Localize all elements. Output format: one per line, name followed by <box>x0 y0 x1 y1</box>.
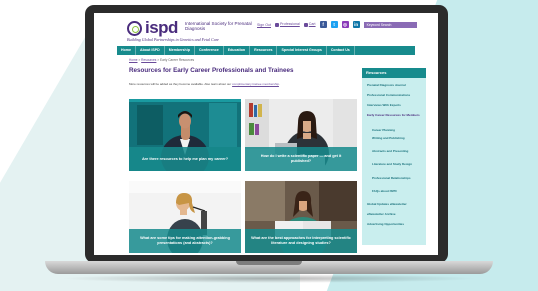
breadcrumb-home[interactable]: Home <box>129 58 138 62</box>
instagram-icon[interactable]: ◎ <box>341 21 349 28</box>
logo-mark-icon <box>127 21 142 36</box>
cart-icon <box>303 22 308 27</box>
breadcrumb-current: Early Career Resources <box>160 58 195 62</box>
cart-link[interactable]: Cart <box>303 22 316 27</box>
intro-paragraph: More resources will be added as they bec… <box>129 82 280 86</box>
nav-resources[interactable]: Resources <box>250 46 278 55</box>
twitter-icon[interactable]: t <box>330 21 338 28</box>
nav-home[interactable]: Home <box>117 46 136 55</box>
keyword-search-input[interactable]: Keyword Search <box>363 21 417 28</box>
intro-text: More resources will be added as they bec… <box>129 82 232 86</box>
sidebar-item-professional-communications[interactable]: Professional Communications <box>367 93 423 97</box>
sidebar-item-writing-publishing[interactable]: Writing and Publishing <box>372 136 422 140</box>
card-caption: What are some tips for making attention-… <box>129 229 241 253</box>
card-career-planning[interactable]: Are there resources to help me plan my c… <box>129 99 241 171</box>
main-nav: Home About ISPD Membership Conference Ed… <box>117 46 415 55</box>
professional-link[interactable]: Professional <box>274 22 300 27</box>
cart-label: Cart <box>308 22 316 27</box>
card-abstracts-presenting[interactable]: What are some tips for making attention-… <box>129 181 241 253</box>
nav-education[interactable]: Education <box>224 46 251 55</box>
sidebar-item-advertising[interactable]: Advertising Opportunities <box>367 222 423 226</box>
sidebar-item-enewsletter-archive[interactable]: eNewsletter Archive <box>367 212 423 216</box>
nav-special-interest-groups[interactable]: Special Interest Groups <box>277 46 327 55</box>
sidebar-item-interviews-with-experts[interactable]: Interviews With Experts <box>367 103 423 107</box>
nav-about[interactable]: About ISPD <box>136 46 165 55</box>
nav-conference[interactable]: Conference <box>195 46 224 55</box>
card-caption: What are the best approaches for interpr… <box>245 229 357 253</box>
sidebar-item-professional-relationships[interactable]: Professional Relationships <box>372 176 422 180</box>
card-writing-publishing[interactable]: How do I write a scientific paper — and … <box>245 99 357 171</box>
card-caption: Are there resources to help me plan my c… <box>129 147 241 171</box>
sidebar-title: Resources <box>362 68 426 78</box>
page-title: Resources for Early Career Professionals… <box>129 67 294 74</box>
site-header: ispd International Society for Prenatal … <box>94 13 438 46</box>
breadcrumb-resources[interactable]: Resources <box>141 58 156 62</box>
resources-sidebar: Resources Prenatal Diagnosis Journal Pro… <box>362 68 426 245</box>
sidebar-item-global-updates[interactable]: Global Updates eNewsletter <box>367 202 423 206</box>
sidebar-item-literature-study-design[interactable]: Literature and Study Design <box>372 162 422 166</box>
card-literature-study-design[interactable]: What are the best approaches for interpr… <box>245 181 357 253</box>
sidebar-item-abstracts-presenting[interactable]: Abstracts and Presenting <box>372 149 422 153</box>
sidebar-item-early-career-resources[interactable]: Early Career Resources for Members <box>367 113 423 117</box>
sidebar-item-faqs[interactable]: FAQs about ISPD <box>372 189 422 193</box>
laptop-shadow <box>60 274 478 283</box>
sidebar-item-prenatal-diagnosis-journal[interactable]: Prenatal Diagnosis Journal <box>367 83 423 87</box>
trainee-membership-link[interactable]: complimentary trainee membership <box>232 82 279 86</box>
professional-label: Professional <box>279 22 300 27</box>
org-name: International Society for Prenatal Diagn… <box>185 21 252 32</box>
site-tagline: Building Global Partnerships in Genetics… <box>127 37 219 42</box>
nav-contact[interactable]: Contact Us <box>327 46 355 55</box>
user-icon <box>274 22 279 27</box>
linkedin-icon[interactable]: in <box>352 21 360 28</box>
sign-out-link[interactable]: Sign Out <box>257 23 271 27</box>
logo-text: ispd <box>145 18 178 37</box>
laptop-notch <box>236 261 302 265</box>
laptop-screen: ispd International Society for Prenatal … <box>94 13 438 255</box>
card-caption: How do I write a scientific paper — and … <box>245 147 357 171</box>
breadcrumb: Home > Resources > Early Career Resource… <box>129 58 195 62</box>
utility-links: Sign Out Professional Cart f t ◎ in Keyw… <box>257 21 417 28</box>
sidebar-item-career-planning[interactable]: Career Planning <box>372 128 422 132</box>
nav-membership[interactable]: Membership <box>165 46 195 55</box>
facebook-icon[interactable]: f <box>319 21 327 28</box>
